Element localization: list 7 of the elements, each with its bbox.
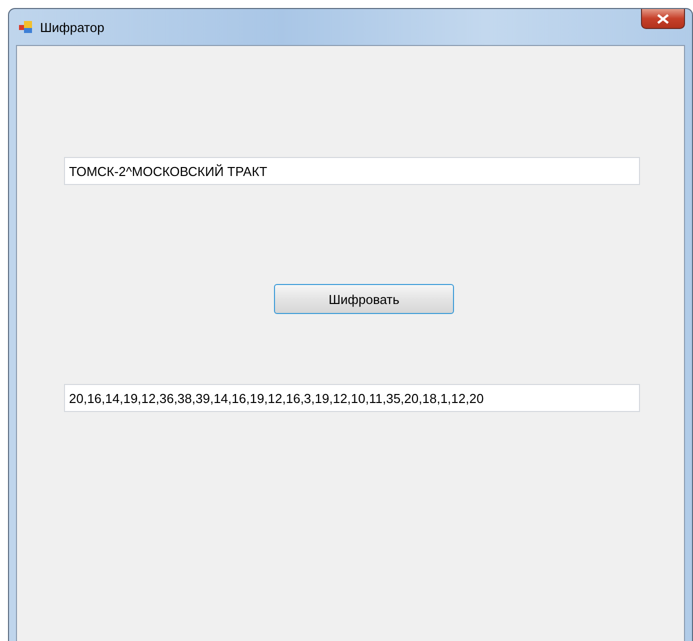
close-icon <box>657 14 669 24</box>
input-field[interactable]: ТОМСК-2^МОСКОВСКИЙ ТРАКТ <box>64 157 640 185</box>
window-title: Шифратор <box>40 20 104 34</box>
output-field[interactable]: 20,16,14,19,12,36,38,39,14,16,19,12,16,3,19,12,10,11,35,20,18,1,12,20 <box>64 384 640 412</box>
app-icon <box>18 19 34 35</box>
close-button[interactable] <box>641 9 685 29</box>
encrypt-button[interactable]: Шифровать <box>274 284 454 314</box>
